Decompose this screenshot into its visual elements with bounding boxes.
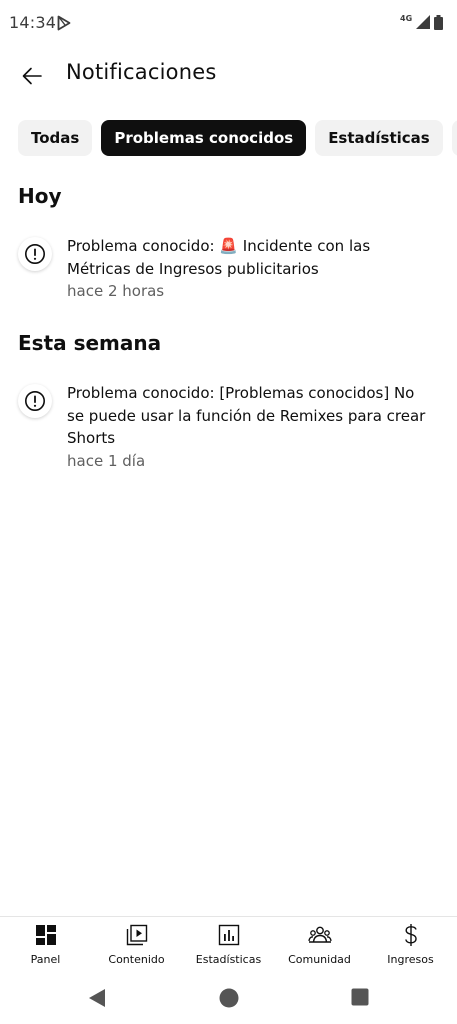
notification-time: hace 2 horas <box>67 282 165 300</box>
page-title: Notificaciones <box>66 60 217 84</box>
notification-text-line: Shorts <box>67 429 116 447</box>
notification-text-line: Problema conocido: [Problemas conocidos]… <box>67 384 415 402</box>
nav-item-estadisticas[interactable]: Estadísticas <box>183 923 274 971</box>
notification-text-line: Métricas de Ingresos publicitarios <box>67 259 319 278</box>
nav-label-estadisticas: Estadísticas <box>195 953 262 966</box>
play-store-icon <box>57 15 71 31</box>
arrow-back-icon <box>22 67 42 85</box>
chip-estadisticas[interactable]: Estadísticas <box>315 120 443 156</box>
chip-partial[interactable]: Lo <box>451 120 457 156</box>
nav-item-panel[interactable]: Panel <box>0 923 91 971</box>
content-icon <box>126 923 148 947</box>
section-heading-hoy: Hoy <box>18 184 62 208</box>
community-icon <box>307 923 332 947</box>
notification-text-line: se puede usar la función de Remixes para… <box>67 406 426 425</box>
status-time: 14:34 <box>9 13 57 32</box>
system-nav-bar <box>0 972 457 1024</box>
nav-label-panel: Panel <box>30 953 61 966</box>
battery-icon <box>434 15 443 30</box>
section-heading-esta-semana: Esta semana <box>18 331 162 355</box>
system-home-icon[interactable] <box>219 988 239 1008</box>
back-button[interactable] <box>12 58 52 94</box>
nav-item-comunidad[interactable]: Comunidad <box>274 923 365 971</box>
chip-problemas-conocidos[interactable]: Problemas conocidos <box>101 120 307 156</box>
filter-chips: Todas Problemas conocidos Estadísticas L… <box>18 120 457 156</box>
nav-label-comunidad: Comunidad <box>288 953 351 966</box>
analytics-icon <box>218 923 240 947</box>
nav-item-ingresos[interactable]: Ingresos <box>365 923 456 971</box>
nav-label-ingresos: Ingresos <box>387 953 434 966</box>
network-type-label: 4G <box>400 14 413 23</box>
dollar-icon <box>403 923 419 947</box>
notification-text-line: Problema conocido: 🚨 Incidente con las <box>67 237 371 255</box>
alert-circle-icon <box>18 237 52 271</box>
chip-todas[interactable]: Todas <box>18 120 93 156</box>
notification-time: hace 1 día <box>67 451 146 470</box>
nav-item-contenido[interactable]: Contenido <box>91 923 182 971</box>
dashboard-icon <box>35 923 57 947</box>
status-bar: 14:34 4G <box>0 0 457 46</box>
signal-icon <box>416 15 430 29</box>
nav-label-contenido: Contenido <box>108 953 165 966</box>
alert-circle-icon <box>18 384 52 418</box>
notification-body: Problema conocido: 🚨 Incidente con las M… <box>67 235 427 303</box>
system-recents-icon[interactable] <box>351 988 369 1006</box>
bottom-nav: Panel Contenido Estadísticas Comunidad I… <box>0 916 457 972</box>
notifications-screen: 14:34 4G Notificaciones Todas Problemas … <box>0 0 457 1024</box>
notification-body: Problema conocido: [Problemas conocidos]… <box>67 382 427 472</box>
system-back-icon[interactable] <box>88 988 106 1008</box>
